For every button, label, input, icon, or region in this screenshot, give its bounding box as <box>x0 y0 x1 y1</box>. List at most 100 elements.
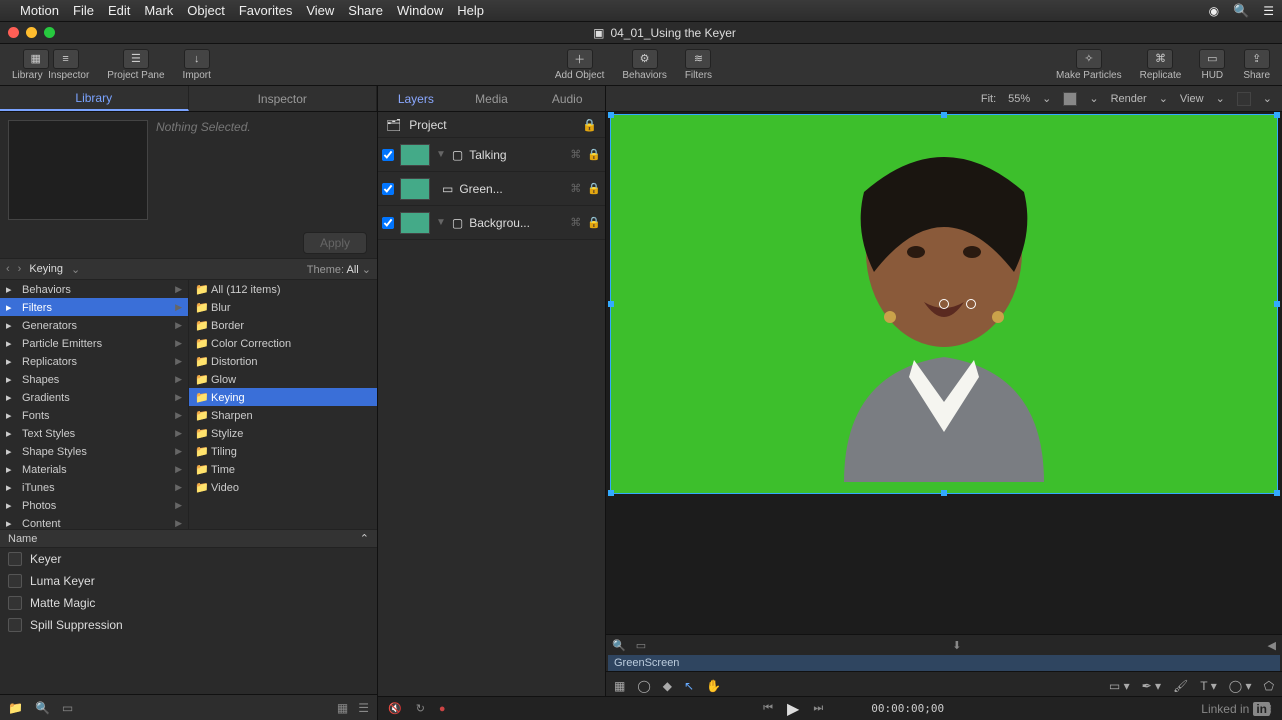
canvas-area[interactable] <box>606 112 1282 634</box>
effect-list[interactable]: KeyerLuma KeyerMatte MagicSpill Suppress… <box>0 548 377 694</box>
view-chevron-icon[interactable]: ⌄ <box>1216 92 1225 105</box>
back-button[interactable]: ‹ <box>6 263 10 275</box>
render-menu[interactable]: Render <box>1111 93 1147 105</box>
lock-icon[interactable]: 🔒 <box>587 148 601 161</box>
selection-handle[interactable] <box>941 490 947 496</box>
replicate-button[interactable]: ⌘ <box>1147 49 1173 69</box>
timeline-clip[interactable]: GreenScreen <box>608 655 1280 671</box>
fit-chevron-icon[interactable]: ⌄ <box>1042 92 1051 105</box>
menu-object[interactable]: Object <box>187 3 225 18</box>
share-button[interactable]: ⇪ <box>1244 49 1270 69</box>
menu-view[interactable]: View <box>306 3 334 18</box>
behaviors-button[interactable]: ⚙ <box>632 49 658 69</box>
mute-icon[interactable]: 🔇 <box>388 702 402 715</box>
category-list-sub[interactable]: 📁All (112 items)📁Blur📁Border📁Color Corre… <box>189 280 377 529</box>
category-text-styles[interactable]: ▸Text Styles▶ <box>0 424 188 442</box>
render-chevron-icon[interactable]: ⌄ <box>1159 92 1168 105</box>
new-folder-icon[interactable]: 📁 <box>8 701 23 715</box>
subcategory-glow[interactable]: 📁Glow <box>189 370 377 388</box>
layer-name[interactable]: Backgrou... <box>469 216 530 230</box>
category-itunes[interactable]: ▸iTunes▶ <box>0 478 188 496</box>
bookmark-icon[interactable]: ▭ <box>62 701 73 715</box>
project-lock-icon[interactable]: 🔒 <box>582 118 597 132</box>
menu-extras-icon[interactable]: ☰ <box>1263 4 1274 18</box>
tab-media[interactable]: Media <box>454 86 530 111</box>
go-start-icon[interactable]: ⏮ <box>763 702 773 715</box>
timecode-display[interactable]: 00:00:00;00 <box>871 702 944 715</box>
layer-name[interactable]: Green... <box>459 182 502 196</box>
layer-row[interactable]: ▼▢Talking⌘🔒 <box>378 138 605 172</box>
paint-tool-icon[interactable]: 🖌 <box>1173 679 1188 693</box>
hand-tool-icon[interactable]: ✋ <box>706 679 721 693</box>
app-menu[interactable]: Motion <box>20 3 59 18</box>
disclosure-icon[interactable]: ▼ <box>436 149 446 160</box>
spotlight-icon[interactable]: 🔍 <box>1233 3 1249 19</box>
search-footer-icon[interactable]: 🔍 <box>35 701 50 715</box>
subcategory-stylize[interactable]: 📁Stylize <box>189 424 377 442</box>
timeline-clip-icon[interactable]: ▭ <box>636 639 646 652</box>
subcategory-tiling[interactable]: 📁Tiling <box>189 442 377 460</box>
selection-handle[interactable] <box>608 490 614 496</box>
project-row[interactable]: 🗂 Project 🔒 <box>378 112 605 138</box>
timeline-end-marker-icon[interactable]: ◀ <box>1268 639 1276 652</box>
text-tool-icon[interactable]: T ▾ <box>1200 679 1216 693</box>
channel-swatch[interactable] <box>1063 92 1077 106</box>
tab-audio[interactable]: Audio <box>529 86 605 111</box>
fit-percent[interactable]: 55% <box>1008 93 1030 105</box>
menu-share[interactable]: Share <box>348 3 383 18</box>
category-shape-styles[interactable]: ▸Shape Styles▶ <box>0 442 188 460</box>
mask-tool-icon[interactable]: ◯ <box>637 679 650 693</box>
snap-icon[interactable]: ▦ <box>614 679 625 693</box>
sort-indicator-icon[interactable]: ⌃ <box>360 532 369 545</box>
library-toggle-button[interactable]: ▦ <box>23 49 49 69</box>
selection-handle[interactable] <box>941 112 947 118</box>
record-icon[interactable]: ● <box>439 703 446 715</box>
subcategory-sharpen[interactable]: 📁Sharpen <box>189 406 377 424</box>
import-button[interactable]: ↓ <box>184 49 210 69</box>
layer-row[interactable]: ▭Green...⌘🔒 <box>378 172 605 206</box>
disclosure-icon[interactable]: ▼ <box>436 217 446 228</box>
tab-inspector[interactable]: Inspector <box>189 86 378 111</box>
anchor-point-icon[interactable] <box>939 299 949 309</box>
category-photos[interactable]: ▸Photos▶ <box>0 496 188 514</box>
subcategory-blur[interactable]: 📁Blur <box>189 298 377 316</box>
menu-help[interactable]: Help <box>457 3 484 18</box>
category-list-main[interactable]: ▸Behaviors▶▸Filters▶▸Generators▶▸Particl… <box>0 280 189 529</box>
go-end-icon[interactable]: ⏭ <box>813 702 823 715</box>
lock-icon[interactable]: 🔒 <box>587 216 601 229</box>
subcategory-video[interactable]: 📁Video <box>189 478 377 496</box>
pen-tool-icon[interactable]: ✒ ▾ <box>1142 679 1161 693</box>
menu-edit[interactable]: Edit <box>108 3 130 18</box>
canvas-viewport[interactable] <box>610 114 1278 494</box>
theme-value[interactable]: All <box>346 264 358 276</box>
effect-luma-keyer[interactable]: Luma Keyer <box>0 570 377 592</box>
cc-icon[interactable]: ◉ <box>1209 4 1219 18</box>
subcategory-all-112-items-[interactable]: 📁All (112 items) <box>189 280 377 298</box>
minimize-button[interactable] <box>26 27 37 38</box>
shape-mask-tool-icon[interactable]: ◯ ▾ <box>1229 679 1252 693</box>
name-column-header[interactable]: Name <box>8 533 37 545</box>
bezier-mask-tool-icon[interactable]: ⬠ <box>1264 679 1274 693</box>
add-object-button[interactable]: ＋ <box>567 49 593 69</box>
timeline-playhead-icon[interactable]: ⬇ <box>952 639 961 652</box>
viewport-chevron-icon[interactable]: ⌄ <box>1263 92 1272 105</box>
select-tool-icon[interactable]: ↖ <box>684 679 694 693</box>
subcategory-border[interactable]: 📁Border <box>189 316 377 334</box>
category-materials[interactable]: ▸Materials▶ <box>0 460 188 478</box>
inspector-toggle-button[interactable]: ≡ <box>53 49 79 69</box>
breadcrumb-current[interactable]: Keying <box>29 263 63 275</box>
layer-visible-checkbox[interactable] <box>382 183 394 195</box>
category-fonts[interactable]: ▸Fonts▶ <box>0 406 188 424</box>
selection-handle[interactable] <box>1274 490 1280 496</box>
category-gradients[interactable]: ▸Gradients▶ <box>0 388 188 406</box>
keyframe-icon[interactable]: ◆ <box>663 679 672 693</box>
viewport-layout[interactable] <box>1237 92 1251 106</box>
layer-name[interactable]: Talking <box>469 148 506 162</box>
grid-view-icon[interactable]: ▦ <box>337 701 348 715</box>
apply-button[interactable]: Apply <box>303 232 367 254</box>
tab-library[interactable]: Library <box>0 86 189 111</box>
play-icon[interactable]: ▶ <box>787 699 799 719</box>
category-particle-emitters[interactable]: ▸Particle Emitters▶ <box>0 334 188 352</box>
category-content[interactable]: ▸Content▶ <box>0 514 188 529</box>
zoom-button[interactable] <box>44 27 55 38</box>
